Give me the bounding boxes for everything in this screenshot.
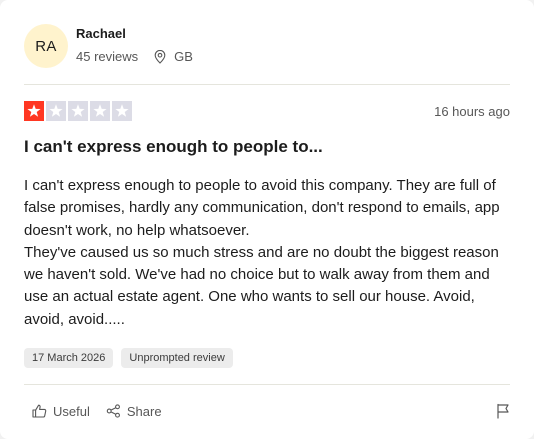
reviewer-meta: 45 reviews GB (76, 49, 193, 65)
share-button[interactable]: Share (98, 400, 170, 423)
useful-label: Useful (53, 403, 90, 419)
reviewer-header: RA Rachael 45 reviews GB (24, 24, 193, 68)
review-type-badge[interactable]: Unprompted review (121, 348, 233, 368)
avatar[interactable]: RA (24, 24, 68, 68)
review-body-paragraph: I can't express enough to people to avoi… (24, 177, 500, 239)
star-empty (90, 101, 110, 121)
review-body: I can't express enough to people to avoi… (24, 175, 512, 331)
experience-date-badge: 17 March 2026 (24, 348, 114, 368)
divider-bottom (24, 384, 510, 385)
review-card: RA Rachael 45 reviews GB 16 hours ago I … (0, 0, 534, 439)
reviewer-info: Rachael 45 reviews GB (76, 25, 193, 65)
posted-time: 16 hours ago (434, 103, 510, 119)
reviews-count: 45 reviews (76, 49, 139, 64)
share-icon (106, 404, 120, 418)
review-actions: Useful Share (24, 398, 510, 424)
country-code: GB (174, 49, 193, 64)
star-icon (49, 104, 63, 117)
star-empty (46, 101, 66, 121)
reviewer-name[interactable]: Rachael (76, 25, 193, 43)
report-button[interactable] (488, 399, 510, 423)
flag-icon (497, 403, 509, 419)
rating-row: 16 hours ago (24, 101, 510, 121)
review-title[interactable]: I can't express enough to people to... (24, 136, 510, 158)
star-icon (115, 104, 129, 117)
star-filled (24, 101, 44, 121)
divider-top (24, 84, 510, 85)
star-icon (71, 104, 85, 117)
star-rating (24, 101, 134, 121)
star-icon (27, 104, 41, 117)
location-pin-icon (154, 50, 166, 64)
useful-button[interactable]: Useful (24, 400, 98, 423)
star-icon (93, 104, 107, 117)
review-body-paragraph: They've caused us so much stress and are… (24, 243, 499, 328)
review-tags: 17 March 2026 Unprompted review (24, 348, 241, 368)
reviewer-location: GB (154, 49, 193, 65)
star-empty (68, 101, 88, 121)
star-empty (112, 101, 132, 121)
thumbs-up-icon (32, 404, 47, 418)
share-label: Share (126, 403, 162, 419)
